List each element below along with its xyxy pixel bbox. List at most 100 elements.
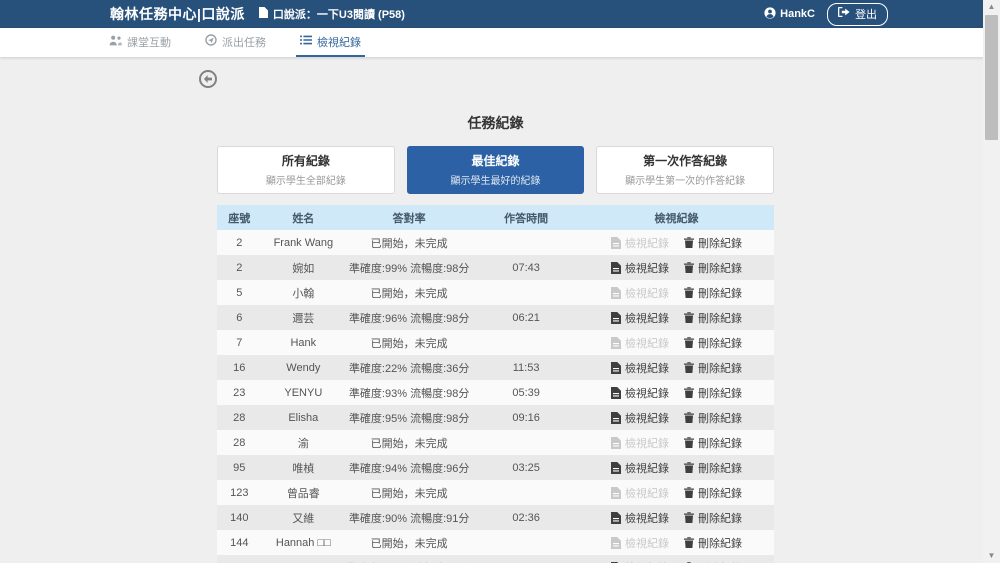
scrollbar[interactable]: ▲ ▼ xyxy=(983,0,1000,563)
seat-cell: 23 xyxy=(217,380,262,405)
delete-record-button[interactable]: 刪除紀錄 xyxy=(684,410,742,426)
name-cell: 曾品睿 xyxy=(262,480,346,505)
navbar-right: HankC 登出 xyxy=(764,3,888,26)
actions-cell: 檢視紀錄 刪除紀錄 xyxy=(579,305,774,330)
seat-cell: 6 xyxy=(217,305,262,330)
delete-record-button[interactable]: 刪除紀錄 xyxy=(684,435,742,451)
filter-first-attempt-records[interactable]: 第一次作答紀錄 顯示學生第一次的作答紀錄 xyxy=(596,146,774,194)
table-row: 6 邇芸 準確度:96% 流暢度:98分 06:21 檢視紀錄 xyxy=(217,305,774,330)
view-record-button[interactable]: 檢視紀錄 xyxy=(611,285,669,301)
trash-icon xyxy=(684,462,694,473)
view-record-label: 檢視紀錄 xyxy=(625,485,669,501)
app-title: 翰林任務中心|口說派 xyxy=(110,4,245,24)
filter-subtitle: 顯示學生最好的紀錄 xyxy=(408,172,584,187)
view-record-label: 檢視紀錄 xyxy=(625,460,669,476)
result-cell: 準確度:94% 流暢度:96分 xyxy=(345,455,473,480)
tab-view-records[interactable]: 檢視紀錄 xyxy=(296,28,365,57)
name-cell: Wendy xyxy=(262,355,346,380)
trash-icon xyxy=(684,362,694,373)
delete-record-button[interactable]: 刪除紀錄 xyxy=(684,285,742,301)
logout-label: 登出 xyxy=(855,6,877,22)
delete-record-button[interactable]: 刪除紀錄 xyxy=(684,310,742,326)
delete-record-button[interactable]: 刪除紀錄 xyxy=(684,510,742,526)
view-record-button[interactable]: 檢視紀錄 xyxy=(611,485,669,501)
result-cell: 準確度:99% 流暢度:98分 xyxy=(345,255,473,280)
page-title: 任務紀錄 xyxy=(217,113,774,133)
records-table: 座號 姓名 答對率 作答時間 檢視紀錄 2 Frank Wang 已開始，未完成 xyxy=(217,205,774,563)
result-cell: 準確度:95% 流暢度:98分 xyxy=(345,405,473,430)
name-cell: Frank Wang xyxy=(262,230,346,255)
filter-all-records[interactable]: 所有紀錄 顯示學生全部紀錄 xyxy=(217,146,395,194)
time-cell: 07:43 xyxy=(473,255,579,280)
delete-record-button[interactable]: 刪除紀錄 xyxy=(684,235,742,251)
view-record-button[interactable]: 檢視紀錄 xyxy=(611,460,669,476)
seat-cell: 7 xyxy=(217,330,262,355)
result-cell: 準確度:93% 流暢度:98分 xyxy=(345,380,473,405)
table-row: 144 Hannah □□ 已開始，未完成 檢視紀錄 xyxy=(217,530,774,555)
time-cell: 09:16 xyxy=(473,405,579,430)
filter-title: 第一次作答紀錄 xyxy=(597,152,773,169)
delete-record-label: 刪除紀錄 xyxy=(698,435,742,451)
view-record-button[interactable]: 檢視紀錄 xyxy=(611,335,669,351)
classroom-icon xyxy=(109,35,122,49)
view-record-button[interactable]: 檢視紀錄 xyxy=(611,310,669,326)
view-record-label: 檢視紀錄 xyxy=(625,385,669,401)
view-record-button[interactable]: 檢視紀錄 xyxy=(611,260,669,276)
document-icon xyxy=(611,237,621,249)
delete-record-button[interactable]: 刪除紀錄 xyxy=(684,335,742,351)
actions-cell: 檢視紀錄 刪除紀錄 xyxy=(579,455,774,480)
document-icon xyxy=(611,437,621,449)
view-record-label: 檢視紀錄 xyxy=(625,360,669,376)
filter-best-records[interactable]: 最佳紀錄 顯示學生最好的紀錄 xyxy=(407,146,585,194)
tab-classroom-interaction[interactable]: 課堂互動 xyxy=(105,28,175,57)
document-icon xyxy=(611,262,621,274)
document-icon xyxy=(611,487,621,499)
tab-dispatch-task[interactable]: 派出任務 xyxy=(201,28,270,57)
delete-record-label: 刪除紀錄 xyxy=(698,385,742,401)
filter-subtitle: 顯示學生第一次的作答紀錄 xyxy=(597,172,773,187)
time-cell: 03:25 xyxy=(473,455,579,480)
view-record-label: 檢視紀錄 xyxy=(625,235,669,251)
view-record-label: 檢視紀錄 xyxy=(625,535,669,551)
arrow-left-icon xyxy=(203,72,213,87)
delete-record-button[interactable]: 刪除紀錄 xyxy=(684,385,742,401)
view-record-button[interactable]: 檢視紀錄 xyxy=(611,510,669,526)
scroll-down-arrow[interactable]: ▼ xyxy=(983,549,1000,563)
name-cell: 又維 xyxy=(262,505,346,530)
result-cell: 準確度:90% 流暢度:91分 xyxy=(345,505,473,530)
result-cell: 已開始，未完成 xyxy=(345,330,473,355)
name-cell: YENYU xyxy=(262,380,346,405)
user-menu[interactable]: HankC xyxy=(764,7,815,22)
name-cell: 渝 xyxy=(262,430,346,455)
trash-icon xyxy=(684,537,694,548)
tab-label: 派出任務 xyxy=(222,34,266,50)
delete-record-button[interactable]: 刪除紀錄 xyxy=(684,485,742,501)
delete-record-button[interactable]: 刪除紀錄 xyxy=(684,360,742,376)
trash-icon xyxy=(684,287,694,298)
view-record-button[interactable]: 檢視紀錄 xyxy=(611,360,669,376)
scrollbar-thumb[interactable] xyxy=(985,15,998,140)
delete-record-button[interactable]: 刪除紀錄 xyxy=(684,560,742,563)
time-cell: 06:21 xyxy=(473,305,579,330)
trash-icon xyxy=(684,387,694,398)
delete-record-button[interactable]: 刪除紀錄 xyxy=(684,460,742,476)
delete-record-label: 刪除紀錄 xyxy=(698,260,742,276)
result-cell: 準確度:100% 流暢度:95分 xyxy=(345,555,473,563)
view-record-button[interactable]: 檢視紀錄 xyxy=(611,385,669,401)
delete-record-label: 刪除紀錄 xyxy=(698,410,742,426)
result-cell: 已開始，未完成 xyxy=(345,430,473,455)
delete-record-button[interactable]: 刪除紀錄 xyxy=(684,260,742,276)
view-record-button[interactable]: 檢視紀錄 xyxy=(611,435,669,451)
delete-record-label: 刪除紀錄 xyxy=(698,335,742,351)
view-record-button[interactable]: 檢視紀錄 xyxy=(611,235,669,251)
name-cell: Chris xyxy=(262,555,346,563)
back-button[interactable] xyxy=(199,70,217,88)
logout-button[interactable]: 登出 xyxy=(827,3,888,26)
view-record-button[interactable]: 檢視紀錄 xyxy=(611,535,669,551)
top-navbar: 翰林任務中心|口說派 口說派：一下U3閱讀 (P58) HankC xyxy=(0,0,1000,28)
scroll-up-arrow[interactable]: ▲ xyxy=(983,0,1000,14)
view-record-button[interactable]: 檢視紀錄 xyxy=(611,560,669,563)
view-record-button[interactable]: 檢視紀錄 xyxy=(611,410,669,426)
trash-icon xyxy=(684,262,694,273)
delete-record-button[interactable]: 刪除紀錄 xyxy=(684,535,742,551)
